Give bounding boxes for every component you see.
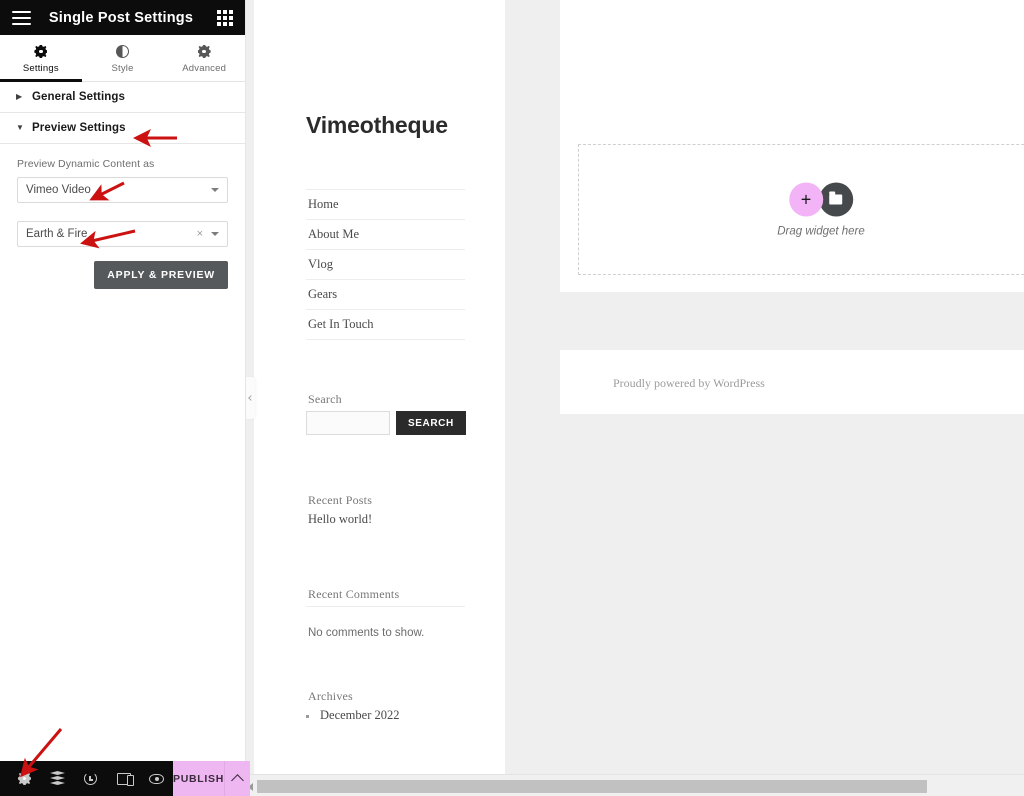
grid-icon[interactable] <box>217 9 233 26</box>
recent-posts-widget: Recent Posts Hello world! <box>306 493 465 527</box>
apply-and-preview-button[interactable]: APPLY & PREVIEW <box>94 261 228 289</box>
content-panel: + Drag widget here <box>560 0 1024 292</box>
gear-icon <box>34 45 47 59</box>
preview-eye-icon[interactable] <box>140 761 173 796</box>
recent-comments-empty: No comments to show. <box>308 627 425 639</box>
recent-posts-title: Recent Posts <box>308 493 373 507</box>
contrast-icon <box>116 45 129 59</box>
search-widget-title: Search <box>308 392 342 406</box>
section-preview-settings[interactable]: ▼ Preview Settings <box>0 113 245 144</box>
clear-icon[interactable]: × <box>197 228 203 240</box>
history-icon[interactable] <box>74 761 107 796</box>
publish-button[interactable]: PUBLISH <box>173 761 224 796</box>
widget-dropzone[interactable]: + Drag widget here <box>578 144 1024 275</box>
section-preview-settings-label: Preview Settings <box>32 122 126 134</box>
gear-icon <box>198 45 211 59</box>
recent-comments-title: Recent Comments <box>308 587 400 601</box>
panel-tabs: Settings Style Advanced <box>0 35 245 82</box>
nav-item-gears[interactable]: Gears <box>306 280 465 310</box>
site-title: Vimeotheque <box>306 112 448 138</box>
content-item-select[interactable]: Earth & Fire × <box>17 221 228 247</box>
navigator-layers-icon[interactable] <box>41 761 74 796</box>
search-row: SEARCH <box>306 411 466 435</box>
scrollbar-track[interactable] <box>246 777 1024 795</box>
preview-settings-body: Preview Dynamic Content as Vimeo Video E… <box>0 144 245 289</box>
site-footer-panel: Proudly powered by WordPress <box>560 350 1024 414</box>
archives-list: December 2022 <box>306 708 465 723</box>
chevron-down-icon: ▼ <box>16 123 24 132</box>
search-input[interactable] <box>306 411 390 435</box>
folder-icon[interactable] <box>818 182 853 216</box>
theme-main: + Drag widget here Proudly powered by Wo… <box>560 0 1024 774</box>
apply-row: APPLY & PREVIEW <box>17 261 228 289</box>
page-title: Single Post Settings <box>48 9 194 26</box>
nav-item-vlog[interactable]: Vlog <box>306 250 465 280</box>
chevron-left-icon <box>247 395 254 401</box>
horizontal-scrollbar[interactable] <box>246 774 1024 796</box>
tab-advanced[interactable]: Advanced <box>163 35 245 81</box>
scrollbar-thumb[interactable] <box>257 780 927 793</box>
footer-credit: Proudly powered by WordPress <box>613 376 765 390</box>
nav-item-home[interactable]: Home <box>306 190 465 220</box>
panel-collapse-handle[interactable] <box>246 377 255 419</box>
recent-post-item[interactable]: Hello world! <box>308 512 465 527</box>
tab-settings[interactable]: Settings <box>0 35 82 82</box>
panel-footer: PUBLISH <box>0 761 250 796</box>
theme-sidebar: Vimeotheque Home About Me Vlog Gears Get… <box>254 0 505 774</box>
plus-icon[interactable]: + <box>788 182 823 216</box>
chevron-up-icon[interactable] <box>224 761 250 796</box>
content-item-value: Earth & Fire <box>26 228 88 240</box>
preview-canvas: Vimeotheque Home About Me Vlog Gears Get… <box>246 0 1024 774</box>
section-general-settings[interactable]: ▶ General Settings <box>0 82 245 113</box>
list-item[interactable]: December 2022 <box>306 708 465 723</box>
dropzone-label: Drag widget here <box>777 225 865 237</box>
settings-gear-icon[interactable] <box>8 761 41 796</box>
divider <box>306 606 465 607</box>
search-widget: Search SEARCH <box>306 392 466 435</box>
search-button[interactable]: SEARCH <box>396 411 466 435</box>
tab-advanced-label: Advanced <box>182 62 227 74</box>
chevron-down-icon <box>211 188 219 192</box>
publish-group: PUBLISH <box>173 761 250 796</box>
footer-icon-group <box>0 761 173 796</box>
site-nav: Home About Me Vlog Gears Get In Touch <box>306 189 465 340</box>
panel-header: Single Post Settings <box>0 0 245 35</box>
dropzone-buttons: + <box>788 182 853 216</box>
content-type-value: Vimeo Video <box>26 184 91 196</box>
recent-comments-widget: Recent Comments No comments to show. <box>306 587 465 639</box>
nav-item-about-me[interactable]: About Me <box>306 220 465 250</box>
chevron-right-icon: ▶ <box>16 92 23 101</box>
editor-panel: Single Post Settings Settings Style Adva… <box>0 0 250 796</box>
nav-item-get-in-touch[interactable]: Get In Touch <box>306 310 465 340</box>
archives-widget: Archives December 2022 <box>306 689 465 723</box>
preview-dynamic-content-label: Preview Dynamic Content as <box>17 158 155 170</box>
chevron-down-icon <box>211 232 219 236</box>
content-type-select[interactable]: Vimeo Video <box>17 177 228 203</box>
tab-style-label: Style <box>111 62 134 74</box>
tab-style[interactable]: Style <box>82 35 164 81</box>
archives-title: Archives <box>308 689 353 703</box>
dropzone-inner: + Drag widget here <box>777 182 865 237</box>
responsive-mode-icon[interactable] <box>107 761 140 796</box>
tab-settings-label: Settings <box>22 62 59 74</box>
app-root: Single Post Settings Settings Style Adva… <box>0 0 1024 796</box>
section-general-settings-label: General Settings <box>32 91 125 103</box>
